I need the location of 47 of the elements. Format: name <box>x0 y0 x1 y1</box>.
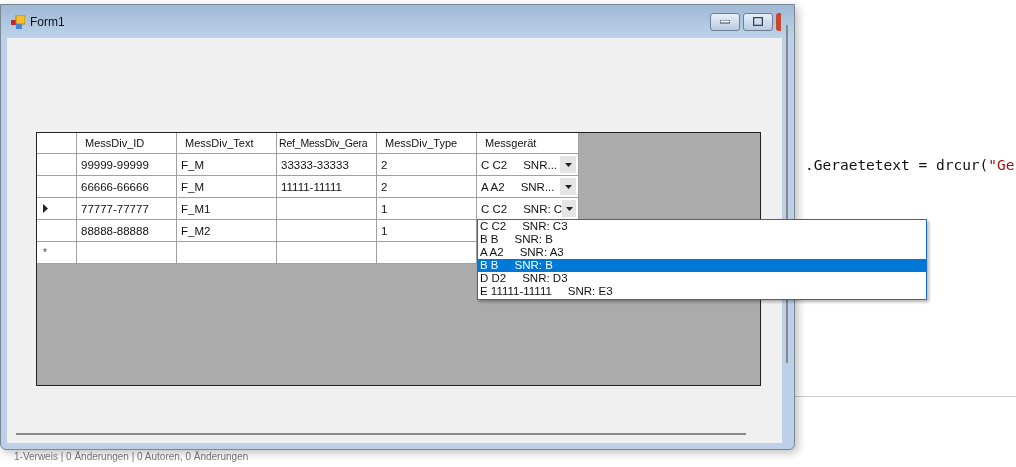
caret-icon <box>564 184 572 189</box>
maximize-icon <box>753 17 763 26</box>
table-cell: 33333-33333 <box>277 154 377 176</box>
table-cell: 88888-88888 <box>77 220 177 242</box>
table-cell: F_M <box>177 176 277 198</box>
list-option[interactable]: D D2 SNR: D3 <box>478 272 926 285</box>
table-cell: 99999-99999 <box>77 154 177 176</box>
window-title: Form1 <box>30 14 65 29</box>
column-header[interactable]: MessDiv_Type <box>377 133 477 154</box>
table-cell: 66666-66666 <box>77 176 177 198</box>
new-row-marker: * <box>43 247 47 258</box>
column-header[interactable]: Ref_MessDiv_Gera <box>277 133 377 154</box>
row-header[interactable] <box>37 198 77 220</box>
row-header[interactable]: * <box>37 242 77 264</box>
combo-text: C C2 SNR... <box>481 158 559 171</box>
list-option[interactable]: E 11111-11111 SNR: E3 <box>478 285 926 298</box>
list-option[interactable]: A A2 SNR: A3 <box>478 246 926 259</box>
list-option[interactable]: B B SNR: B <box>478 259 926 272</box>
dropdown-button[interactable] <box>560 178 576 195</box>
column-header[interactable]: Messgerät <box>477 133 579 154</box>
table-cell: 1 <box>377 220 477 242</box>
app-icon <box>11 14 25 29</box>
caret-icon <box>564 162 572 167</box>
column-header[interactable]: MessDiv_Text <box>177 133 277 154</box>
table-cell: 1 <box>377 198 477 220</box>
maximize-button[interactable] <box>743 12 773 31</box>
dropdown-button[interactable] <box>560 156 576 173</box>
list-option[interactable]: C C2 SNR: C3 <box>478 220 926 233</box>
current-row-icon <box>43 204 48 213</box>
column-header[interactable]: MessDiv_ID <box>77 133 177 154</box>
table-cell: F_M1 <box>177 198 277 220</box>
code-line: .Geraetetext = drcur("Ge <box>805 157 1015 173</box>
table-cell: F_M <box>177 154 277 176</box>
caret-icon <box>565 206 573 211</box>
dropdown-button[interactable] <box>562 200 576 217</box>
combo-text: C C2 SNR: C <box>481 202 563 215</box>
list-option[interactable]: B B SNR: B <box>478 233 926 246</box>
close-button[interactable] <box>776 12 781 31</box>
table-cell: 77777-77777 <box>77 198 177 220</box>
minimize-icon <box>720 19 730 24</box>
minimize-button[interactable] <box>710 12 740 31</box>
table-cell: 2 <box>377 154 477 176</box>
combo-text: A A2 SNR... <box>481 180 556 193</box>
table-cell: 11111-11111 <box>277 176 377 198</box>
table-cell: 2 <box>377 176 477 198</box>
table-cell: F_M2 <box>177 220 277 242</box>
status-text: 1-Verweis | 0 Änderungen | 0 Autoren, 0 Änderungen <box>14 451 249 462</box>
